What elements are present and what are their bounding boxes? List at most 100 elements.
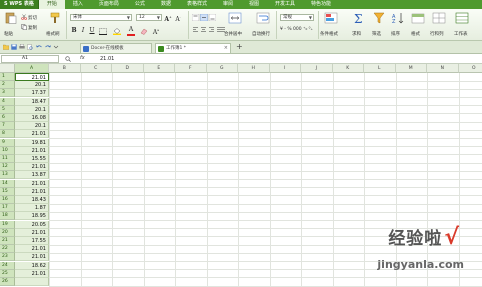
underline-button[interactable]: U (88, 27, 96, 35)
menu-home[interactable]: 开始 (38, 0, 65, 9)
print-icon[interactable] (19, 44, 25, 50)
grow-font-button[interactable]: A+ (164, 13, 172, 23)
row-header[interactable]: 24 (0, 261, 15, 270)
wps-app-button[interactable]: S WPS 表格 (0, 0, 39, 9)
menu-table-style[interactable]: 表格样式 (179, 0, 215, 9)
table-cell[interactable]: 20.1 (15, 81, 49, 90)
save-icon[interactable] (11, 44, 17, 50)
table-cell[interactable]: 21.01 (15, 130, 49, 139)
row-header[interactable]: 6 (0, 114, 15, 122)
menu-insert[interactable]: 插入 (65, 0, 91, 9)
table-cell[interactable]: 18.95 (15, 212, 49, 221)
font-size-select[interactable]: 12 ▼ (136, 14, 162, 21)
filter-label[interactable]: 筛选 (372, 31, 381, 37)
menu-developer[interactable]: 开发工具 (267, 0, 303, 9)
font-color-button[interactable]: A (127, 26, 135, 34)
number-format-icons[interactable]: ¥ - % 000 ⁺₀ ⁰₊ (280, 27, 313, 32)
horizontal-align-icons[interactable] (192, 26, 226, 33)
column-header-e[interactable]: E (143, 64, 175, 73)
row-header[interactable]: 19 (0, 220, 15, 229)
row-header[interactable]: 15 (0, 187, 15, 196)
worksheet-label[interactable]: 工作表 (454, 31, 468, 37)
table-cell[interactable] (15, 278, 49, 286)
table-cell[interactable]: 21.01 (15, 163, 49, 172)
sum-label[interactable]: 求和 (352, 31, 361, 37)
redo-icon[interactable] (45, 44, 51, 50)
column-header-k[interactable]: K (332, 64, 364, 73)
row-header[interactable]: 9 (0, 138, 15, 147)
row-header[interactable]: 2 (0, 81, 15, 90)
row-header[interactable]: 14 (0, 179, 15, 188)
row-header[interactable]: 18 (0, 212, 15, 221)
format-label[interactable]: 格式 (411, 31, 420, 37)
number-format-select[interactable]: 常规 ▼ (280, 14, 314, 21)
row-column-label[interactable]: 行和列 (430, 31, 444, 37)
column-header-m[interactable]: M (395, 64, 427, 73)
table-cell[interactable]: 21.01 (15, 269, 49, 278)
open-folder-icon[interactable] (3, 44, 9, 50)
column-header-n[interactable]: N (427, 64, 459, 73)
wrap-text-icon[interactable] (256, 12, 270, 24)
column-header-h[interactable]: H (238, 64, 270, 73)
select-all-corner[interactable] (0, 64, 15, 73)
sort-label[interactable]: 排序 (391, 31, 400, 37)
search-icon[interactable] (65, 56, 71, 62)
row-header[interactable]: 20 (0, 228, 15, 237)
sort-icon[interactable]: AZ (391, 12, 405, 24)
column-header-a[interactable]: A (15, 64, 49, 73)
table-cell[interactable]: 1.87 (15, 204, 49, 213)
column-header-l[interactable]: L (364, 64, 396, 73)
column-header-d[interactable]: D (112, 64, 144, 73)
worksheet-icon[interactable] (455, 12, 469, 24)
wrap-text-label[interactable]: 自动换行 (252, 31, 270, 37)
table-cell[interactable]: 21.01 (15, 228, 49, 237)
merge-center-icon[interactable] (228, 12, 242, 24)
table-cell[interactable]: 17.37 (15, 89, 49, 98)
table-cell[interactable]: 17.55 (15, 237, 49, 245)
column-header-i[interactable]: I (269, 64, 301, 73)
active-cell[interactable]: 21.01 (15, 73, 49, 81)
shrink-font-button[interactable]: A- (174, 13, 182, 23)
row-header[interactable]: 1 (0, 73, 15, 81)
spreadsheet-grid[interactable]: ABCDEFGHIJKLMNO 1 21.01 2 20.1 3 17.37 4 18.47 5… (0, 64, 482, 287)
vertical-align-icons[interactable] (192, 14, 216, 21)
row-header[interactable]: 4 (0, 97, 15, 106)
column-header-f[interactable]: F (175, 64, 207, 73)
row-header[interactable]: 11 (0, 155, 15, 163)
table-cell[interactable]: 21.01 (15, 187, 49, 196)
conditional-format-label[interactable]: 条件格式 (320, 31, 338, 37)
table-cell[interactable]: 18.43 (15, 196, 49, 204)
table-cell[interactable]: 19.81 (15, 138, 49, 147)
column-header-c[interactable]: C (80, 64, 112, 73)
name-box[interactable]: A1 (1, 55, 59, 63)
row-column-icon[interactable] (432, 12, 446, 24)
copy-icon[interactable] (21, 24, 27, 30)
row-header[interactable]: 25 (0, 269, 15, 278)
row-header[interactable]: 5 (0, 105, 15, 114)
table-cell[interactable]: 20.1 (15, 105, 49, 114)
table-cell[interactable]: 13.87 (15, 171, 49, 180)
close-icon[interactable]: × (224, 44, 228, 53)
table-cell[interactable]: 18.62 (15, 261, 49, 270)
paste-icon[interactable] (4, 12, 18, 24)
conditional-format-icon[interactable] (324, 12, 338, 24)
format-painter-icon[interactable] (48, 12, 62, 24)
format-painter-label[interactable]: 格式刷 (46, 31, 60, 37)
column-header-g[interactable]: G (206, 64, 238, 73)
menu-data[interactable]: 数据 (153, 0, 179, 9)
column-header-j[interactable]: J (301, 64, 333, 73)
row-header[interactable]: 7 (0, 122, 15, 131)
menu-formulas[interactable]: 公式 (127, 0, 153, 9)
table-cell[interactable]: 21.01 (15, 245, 49, 254)
fx-button[interactable]: fx (80, 55, 85, 61)
copy-label[interactable]: 复制 (28, 25, 37, 31)
border-icon[interactable] (99, 28, 107, 35)
table-cell[interactable]: 18.47 (15, 97, 49, 106)
row-header[interactable]: 16 (0, 196, 15, 204)
menu-page-layout[interactable]: 页面布局 (91, 0, 127, 9)
table-cell[interactable]: 21.01 (15, 253, 49, 262)
row-header[interactable]: 21 (0, 237, 15, 245)
font-name-select[interactable]: 宋体 ▼ (70, 14, 132, 21)
formula-input[interactable]: 21.01 (100, 55, 114, 63)
scissors-icon[interactable] (21, 14, 27, 20)
